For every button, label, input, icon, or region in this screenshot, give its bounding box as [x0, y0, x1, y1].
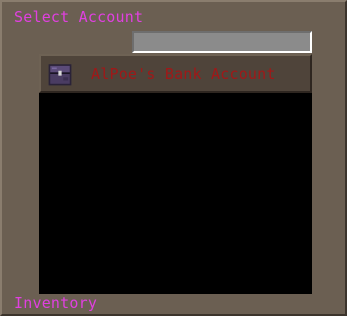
search-input[interactable] [132, 31, 312, 53]
ender-chest-icon [48, 63, 72, 85]
select-account-window: Select Account AlPoe's Bank Account Inve… [0, 0, 347, 316]
account-label: AlPoe's Bank Account [91, 64, 276, 83]
inventory-label: Inventory [14, 294, 98, 312]
account-item[interactable]: AlPoe's Bank Account [39, 54, 312, 93]
window-title: Select Account [14, 8, 144, 26]
